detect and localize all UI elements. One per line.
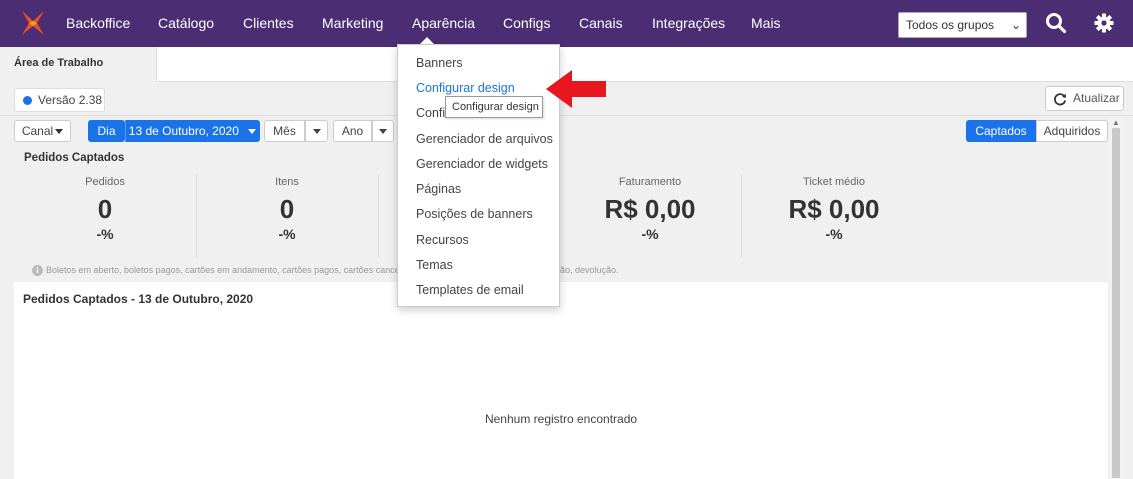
stat-percent: -% [278,226,296,242]
scroll-thumb[interactable] [1112,128,1120,478]
dia-button[interactable]: Dia [88,120,125,142]
captados-label: Captados [975,124,1027,138]
search-icon[interactable] [1045,12,1067,34]
stat-faturamento: Faturamento R$ 0,00 -% [560,176,740,242]
stat-percent: -% [96,226,114,242]
menu-item-banners[interactable]: Banners [416,56,463,70]
captados-adquiridos-toggle: Captados Adquiridos [966,120,1108,143]
stat-value: 0 [279,194,295,224]
mes-button[interactable]: Mês [264,120,305,142]
stat-pedidos: Pedidos 0 -% [15,176,195,242]
canal-dropdown[interactable]: Canal [14,120,71,142]
nav-canais[interactable]: Canais [579,0,623,47]
menu-item-paginas[interactable]: Páginas [416,182,461,196]
caret-down-icon [312,129,321,135]
divider [741,174,742,258]
date-picker[interactable]: 13 de Outubro, 2020 [125,120,260,142]
scrollbar[interactable]: ▲ [1110,118,1122,479]
gear-icon[interactable] [1093,12,1115,34]
stat-itens: Itens 0 -% [197,176,377,242]
nav-catalogo[interactable]: Catálogo [158,0,214,47]
empty-message: Nenhum registro encontrado [484,412,638,426]
menu-caret [420,37,434,44]
group-select[interactable]: Todos os grupos ⌄ [898,12,1027,38]
menu-item-gerenciador-arquivos[interactable]: Gerenciador de arquivos [416,132,553,146]
menu-item-posicoes-banners[interactable]: Posições de banners [416,207,533,221]
captados-button[interactable]: Captados [966,120,1036,142]
nav-backoffice[interactable]: Backoffice [66,0,130,47]
refresh-button[interactable]: Atualizar [1045,86,1124,111]
adquiridos-label: Adquiridos [1043,124,1101,138]
nav-clientes[interactable]: Clientes [243,0,294,47]
nav-mais[interactable]: Mais [751,0,781,47]
panel-title: Pedidos Captados - 13 de Outubro, 2020 [23,292,254,306]
stat-value: R$ 0,00 [604,194,696,224]
dia-label: Dia [97,124,116,138]
nav-integracoes[interactable]: Integrações [652,0,725,47]
menu-item-temas[interactable]: Temas [416,258,453,272]
footnote-left: Boletos em aberto, boletos pagos, cartõe… [46,265,437,275]
stat-label: Itens [275,176,299,188]
menu-item-recursos[interactable]: Recursos [416,233,469,247]
chevron-down-icon: ⌄ [1010,18,1021,32]
refresh-icon [1054,93,1067,106]
canal-label: Canal [21,124,54,138]
nav-marketing[interactable]: Marketing [322,0,383,47]
stat-label: Pedidos [85,176,125,188]
tab-area-de-trabalho[interactable]: Área de Trabalho [0,47,157,82]
ano-dropdown-toggle[interactable] [372,120,394,142]
stat-percent: -% [825,226,843,242]
menu-item-configurar-design[interactable]: Configurar design [416,81,515,95]
date-label: 13 de Outubro, 2020 [128,124,239,138]
stat-label: Ticket médio [803,176,865,188]
divider [378,174,379,258]
menu-item-gerenciador-widgets[interactable]: Gerenciador de widgets [416,157,548,171]
aparencia-menu: Banners Configurar design Confi Gerencia… [397,44,560,307]
nav-configs[interactable]: Configs [503,0,550,47]
ano-label: Ano [341,124,364,138]
refresh-label: Atualizar [1073,91,1120,105]
top-navbar: Backoffice Catálogo Clientes Marketing A… [0,0,1133,47]
stat-percent: -% [641,226,659,242]
company-logo[interactable] [20,9,46,37]
caret-down-icon [379,129,387,135]
menu-item-configuracoes[interactable]: Confi [416,106,445,120]
scroll-up-icon[interactable]: ▲ [1112,118,1120,127]
summary-title: Pedidos Captados [24,152,125,164]
arrow-left-icon [546,70,606,108]
footnote-right: ão, devolução. [560,265,619,275]
menu-item-templates-email[interactable]: Templates de email [416,283,524,297]
divider [0,115,1133,116]
version-badge: Versão 2.38 [14,88,105,112]
orders-panel: Pedidos Captados - 13 de Outubro, 2020 N… [14,282,1108,479]
group-select-value: Todos os grupos [906,18,995,32]
version-label: Versão 2.38 [38,93,103,107]
stat-ticket-medio: Ticket médio R$ 0,00 -% [744,176,924,242]
adquiridos-button[interactable]: Adquiridos [1036,120,1108,142]
mes-dropdown-toggle[interactable] [305,120,328,142]
mes-label: Mês [273,124,296,138]
stat-value: R$ 0,00 [788,194,880,224]
stat-value: 0 [97,194,113,224]
stat-label: Faturamento [618,176,682,188]
caret-down-icon [248,129,257,135]
status-dot-icon [23,96,32,105]
tooltip: Configurar design [445,96,543,118]
caret-down-icon [55,129,64,135]
info-icon: i [32,265,43,276]
ano-button[interactable]: Ano [333,120,372,142]
